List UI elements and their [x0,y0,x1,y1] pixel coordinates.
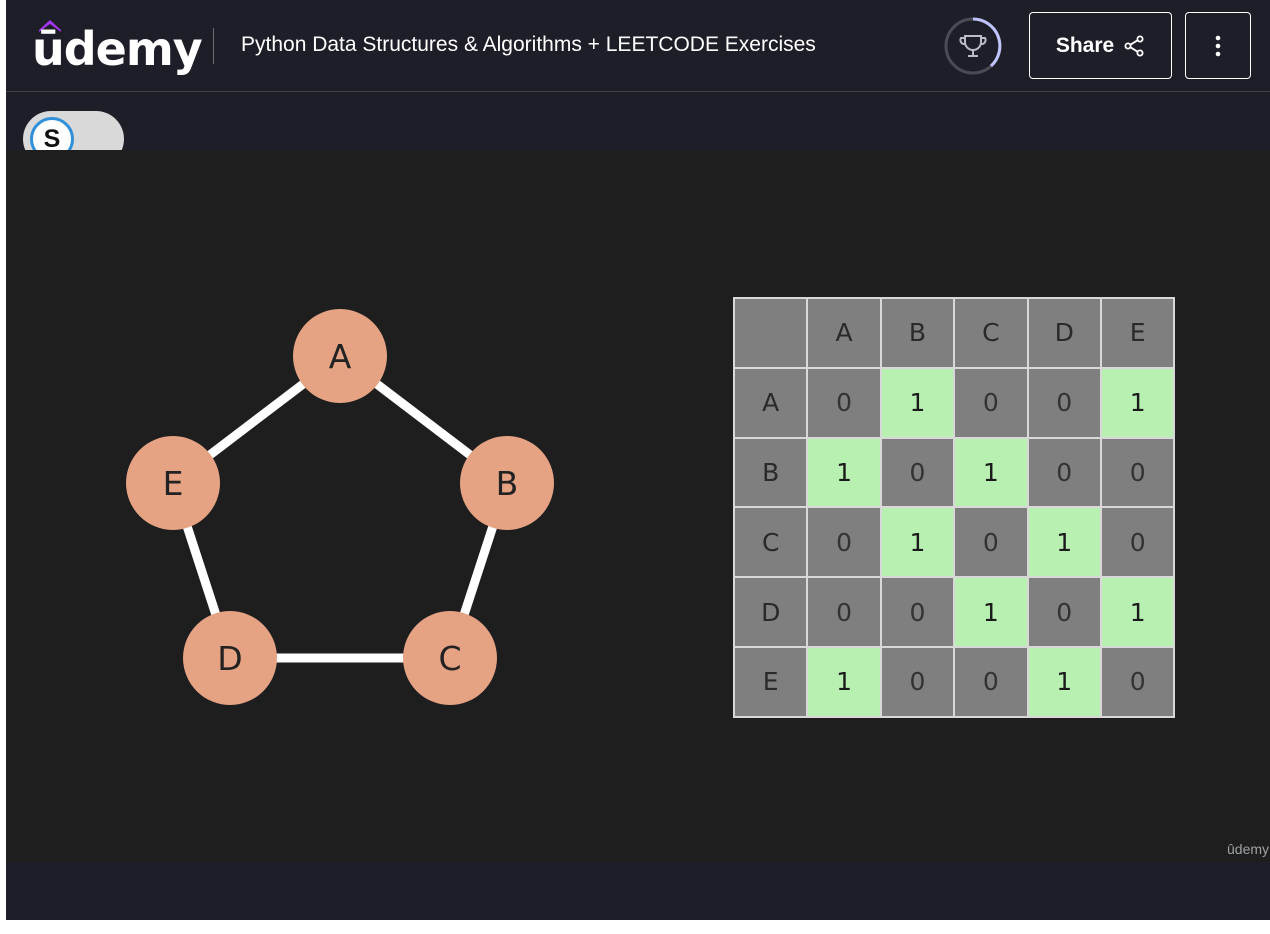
udemy-player-page: ūdemy Python Data Structures & Algorithm… [6,0,1270,920]
matrix-cell: 0 [953,366,1029,439]
matrix-corner-cell [732,297,809,369]
matrix-cell: 0 [1099,506,1176,579]
matrix-cell: 1 [806,436,882,509]
matrix-cell: 0 [806,366,882,439]
matrix-row-header: A [732,366,809,439]
matrix-row-header: C [732,506,809,579]
matrix-cell: 0 [1099,436,1176,509]
matrix-row-header: B [732,436,809,509]
matrix-cell: 0 [1026,576,1102,648]
matrix-row: A01001 [732,366,1176,439]
graph-node-label: D [217,639,242,678]
matrix-cell: 1 [879,366,956,439]
matrix-row-header: D [732,576,809,648]
matrix-row: B10100 [732,436,1176,509]
graph-node-label: E [163,464,184,503]
graph-nodes: A B C D E [126,309,554,705]
graph-node-d: D [183,611,277,705]
matrix-column-header: C [953,297,1029,369]
matrix-cell: 1 [1099,576,1176,648]
graph-node-c: C [403,611,497,705]
matrix-header-row: ABCDE [732,297,1176,369]
matrix-cell: 1 [806,645,882,718]
matrix-row: E10010 [732,645,1176,718]
matrix-column-header: A [806,297,882,369]
matrix-column-header: B [879,297,956,369]
matrix-cell: 1 [953,436,1029,509]
matrix-cell: 1 [953,576,1029,648]
matrix-cell: 0 [879,576,956,648]
graph-node-label: A [329,337,352,376]
matrix-row-header: E [732,645,809,718]
matrix-cell: 0 [879,436,956,509]
graph-node-label: C [438,639,461,678]
matrix-column-header: E [1099,297,1176,369]
matrix-cell: 0 [953,506,1029,579]
matrix-column-header: D [1026,297,1102,369]
matrix-cell: 1 [1099,366,1176,439]
matrix-cell: 1 [1026,506,1102,579]
matrix-cell: 0 [806,576,882,648]
matrix-cell: 0 [879,645,956,718]
graph-node-e: E [126,436,220,530]
matrix-cell: 0 [1099,645,1176,718]
matrix-cell: 1 [879,506,956,579]
matrix-cell: 0 [1026,366,1102,439]
graph-node-label: B [496,464,519,503]
matrix-row: D00101 [732,576,1176,648]
matrix-row: C01010 [732,506,1176,579]
matrix-cell: 0 [806,506,882,579]
udemy-watermark: ûdemy [1227,841,1270,857]
matrix-cell: 0 [1026,436,1102,509]
graph-node-a: A [293,309,387,403]
graph-node-b: B [460,436,554,530]
adjacency-matrix: ABCDEA01001B10100C01010D00101E10010 [732,297,1176,718]
matrix-cell: 0 [953,645,1029,718]
matrix-cell: 1 [1026,645,1102,718]
